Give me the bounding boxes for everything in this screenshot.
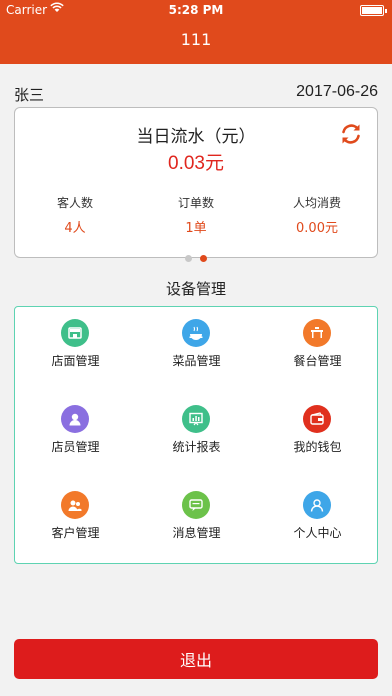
clock: 5:28 PM	[168, 3, 224, 17]
profile-icon	[303, 491, 331, 519]
table-icon	[303, 319, 331, 347]
stat-value: 0.00元	[296, 221, 338, 236]
section-title: 设备管理	[165, 280, 226, 298]
grid-item-dishes[interactable]: 菜品管理	[136, 307, 257, 393]
stat-label: 人均消费	[292, 196, 341, 210]
grid-item-label: 我的钱包	[293, 440, 342, 454]
grid-item-label: 统计报表	[172, 440, 221, 454]
grid-item-tables[interactable]: 餐台管理	[257, 307, 378, 393]
grid-item-label: 餐台管理	[293, 354, 342, 368]
device-management-grid: 店面管理 菜品管理 餐台管理 店员管理 统计报表 我的钱包 客户管理 消息管理 …	[14, 306, 378, 564]
dish-icon	[182, 319, 210, 347]
stat-value: 4人	[64, 221, 86, 236]
grid-item-label: 店面管理	[51, 354, 100, 368]
grid-item-messages[interactable]: 消息管理	[136, 479, 257, 565]
stat-value: 1单	[185, 221, 207, 236]
grid-item-label: 消息管理	[172, 526, 221, 540]
report-icon	[182, 405, 210, 433]
daily-summary-card[interactable]: 当日流水（元） 0.03元 客人数 4人 订单数 1单 人均消费 0.00元	[14, 107, 378, 262]
grid-item-label: 客户管理	[51, 526, 100, 540]
user-name: 张三	[14, 86, 45, 104]
logout-button[interactable]: 退出	[14, 639, 378, 679]
summary-amount: 0.03元	[168, 153, 224, 174]
battery-icon	[360, 5, 387, 16]
refresh-icon[interactable]	[339, 122, 363, 146]
staff-icon	[61, 405, 89, 433]
grid-item-storefront[interactable]: 店面管理	[15, 307, 136, 393]
grid-item-label: 菜品管理	[172, 354, 221, 368]
current-date: 2017-06-26	[296, 83, 378, 100]
page-dot[interactable]	[185, 255, 192, 262]
grid-item-reports[interactable]: 统计报表	[136, 393, 257, 479]
stat-guests: 客人数 4人	[15, 194, 135, 236]
stat-orders: 订单数 1单	[136, 194, 256, 236]
message-icon	[182, 491, 210, 519]
stat-label: 订单数	[177, 196, 214, 210]
grid-item-wallet[interactable]: 我的钱包	[257, 393, 378, 479]
page-indicator[interactable]	[15, 247, 377, 266]
grid-item-customers[interactable]: 客户管理	[15, 479, 136, 565]
page-dot-active[interactable]	[200, 255, 207, 262]
customers-icon	[61, 491, 89, 519]
wallet-icon	[303, 405, 331, 433]
status-bar: Carrier 5:28 PM	[0, 0, 392, 20]
summary-title: 当日流水（元）	[136, 127, 256, 147]
stat-average-spend: 人均消费 0.00元	[257, 194, 377, 236]
grid-item-staff[interactable]: 店员管理	[15, 393, 136, 479]
storefront-icon	[61, 319, 89, 347]
grid-item-label: 店员管理	[51, 440, 100, 454]
stat-label: 客人数	[56, 196, 93, 210]
grid-item-profile[interactable]: 个人中心	[257, 479, 378, 565]
app-header: Carrier 5:28 PM 111	[0, 0, 392, 64]
grid-item-label: 个人中心	[293, 526, 342, 540]
page-title: 111	[180, 30, 212, 49]
